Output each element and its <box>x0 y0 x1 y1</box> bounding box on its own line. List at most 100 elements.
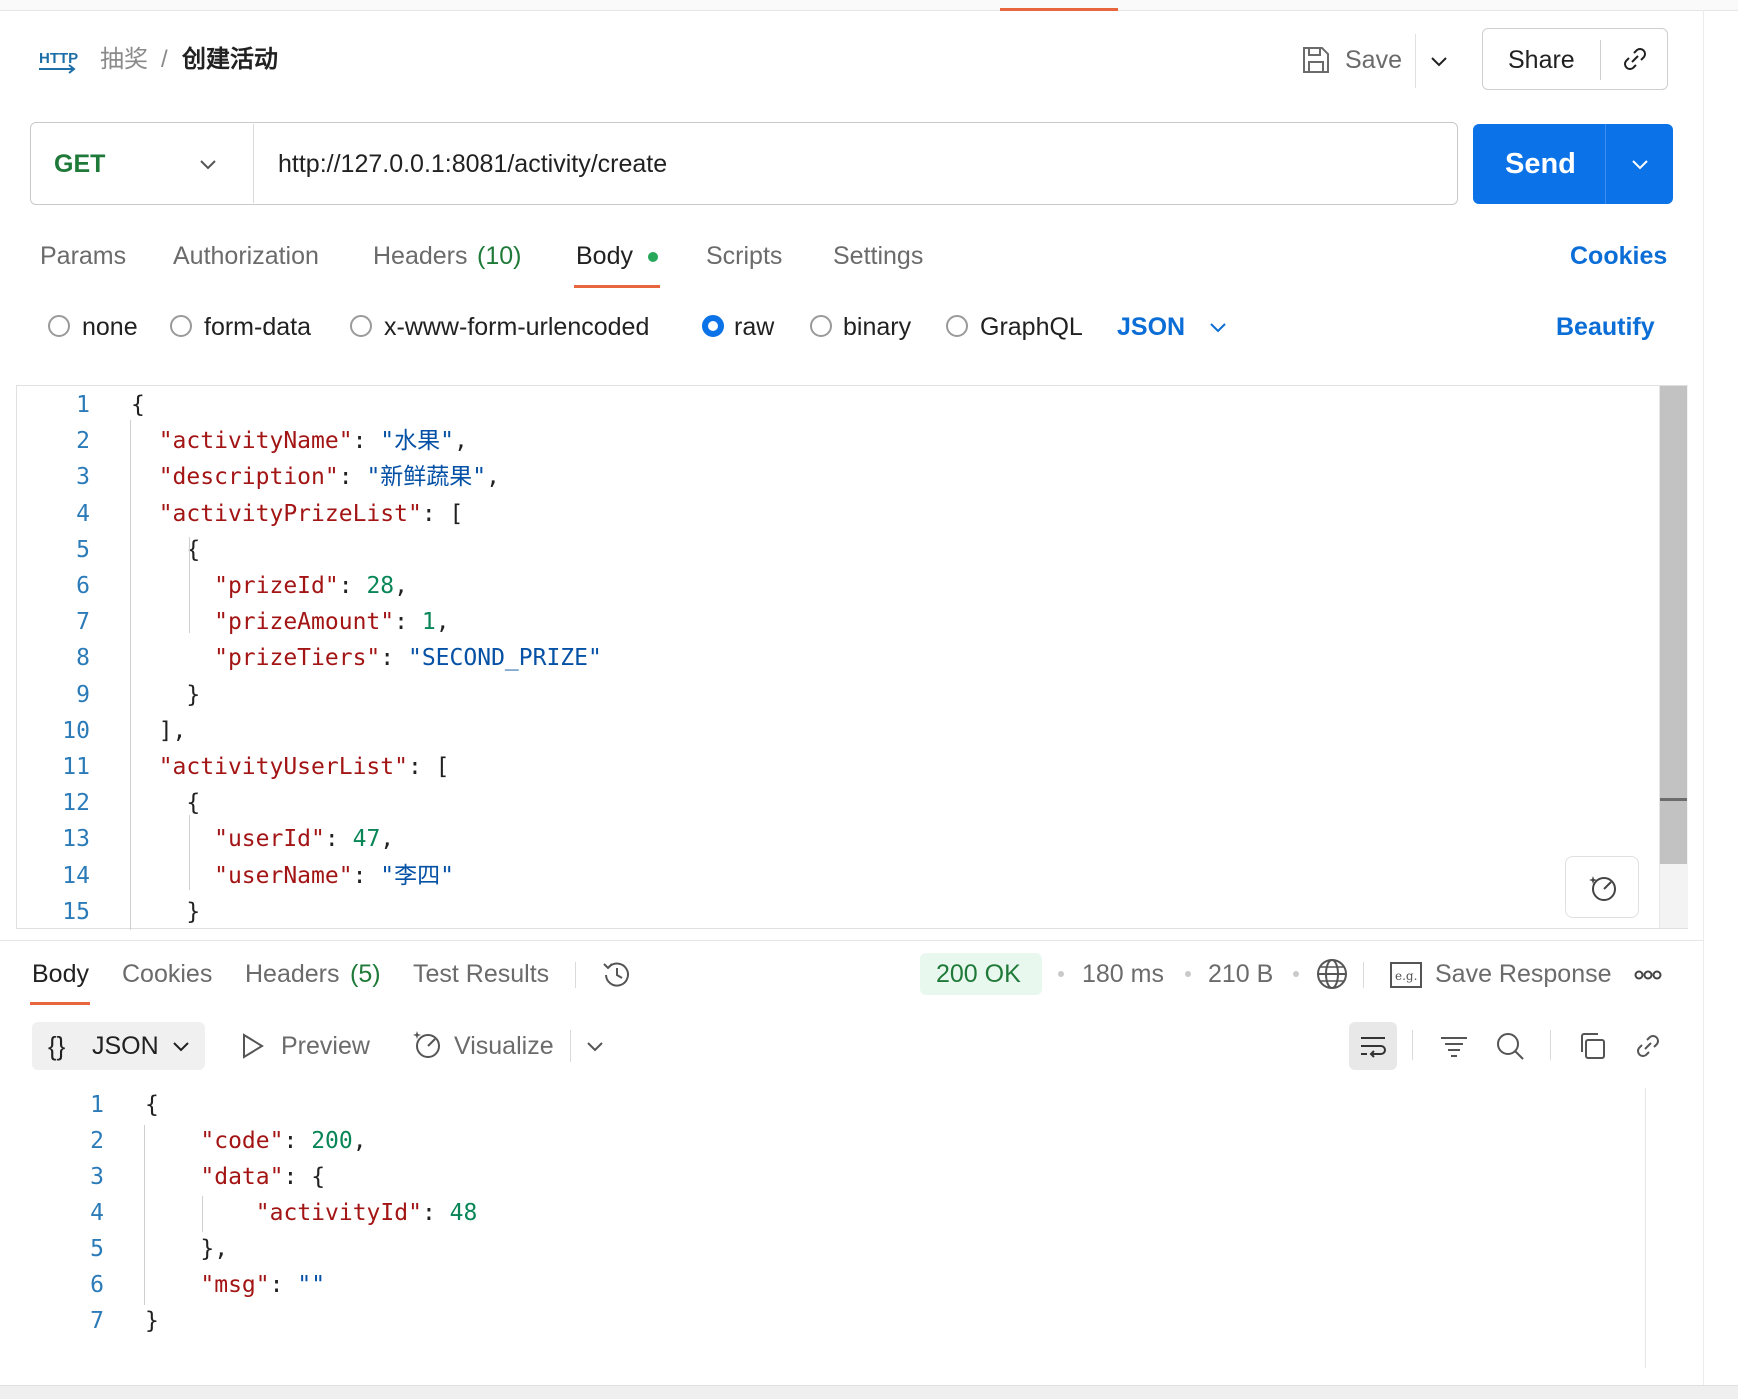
tab-params[interactable]: Params <box>40 240 126 272</box>
line-number: 6 <box>90 1272 104 1298</box>
save-response-button[interactable]: Save Response <box>1435 958 1612 990</box>
response-size[interactable]: 210 B <box>1208 958 1273 990</box>
play-icon[interactable] <box>240 1032 266 1060</box>
line-number: 2 <box>76 428 90 455</box>
radio-form-data-label[interactable]: form-data <box>204 311 311 343</box>
radio-form-data[interactable] <box>170 315 192 337</box>
tab-scripts[interactable]: Scripts <box>706 240 782 272</box>
code-line[interactable]: "data": { <box>145 1159 325 1195</box>
response-tab-test-results[interactable]: Test Results <box>413 958 549 990</box>
save-icon[interactable] <box>1300 44 1332 76</box>
code-line[interactable]: } <box>131 894 200 930</box>
response-tab-headers-count[interactable]: (5) <box>350 958 381 990</box>
link-icon[interactable] <box>1632 1030 1664 1062</box>
line-number: 9 <box>76 681 90 708</box>
response-format-label[interactable]: JSON <box>92 1030 159 1062</box>
body-modified-dot <box>648 252 658 262</box>
response-tab-body[interactable]: Body <box>32 958 89 990</box>
tab-headers[interactable]: Headers <box>373 240 468 272</box>
history-icon[interactable] <box>600 958 634 992</box>
chevron-down-icon[interactable] <box>170 1035 192 1057</box>
line-number: 2 <box>90 1128 104 1154</box>
wrap-lines-icon[interactable] <box>1357 1030 1389 1062</box>
code-line[interactable]: { <box>131 387 145 423</box>
code-line[interactable]: } <box>145 1303 159 1339</box>
search-icon[interactable] <box>1494 1030 1526 1062</box>
radio-graphql[interactable] <box>946 315 968 337</box>
visualize-button[interactable]: Visualize <box>454 1030 554 1062</box>
save-button[interactable]: Save <box>1345 44 1402 76</box>
cookies-link[interactable]: Cookies <box>1570 240 1667 272</box>
example-icon[interactable]: e.g. <box>1390 962 1422 988</box>
share-button-label[interactable]: Share <box>1508 44 1575 76</box>
code-line[interactable]: "activityPrizeList": [ <box>131 496 464 532</box>
code-line[interactable]: "userName": "李四" <box>131 858 454 894</box>
response-tab-cookies[interactable]: Cookies <box>122 958 212 990</box>
code-line[interactable]: "activityUserList": [ <box>131 749 450 785</box>
body-format-select[interactable]: JSON <box>1117 311 1185 343</box>
line-number: 5 <box>90 1236 104 1262</box>
radio-none[interactable] <box>48 315 70 337</box>
link-icon[interactable] <box>1620 44 1650 74</box>
more-options-icon[interactable] <box>1632 962 1664 988</box>
code-line[interactable]: "activityName": "水果", <box>131 423 468 459</box>
url-input[interactable]: http://127.0.0.1:8081/activity/create <box>278 148 667 180</box>
divider <box>575 962 576 988</box>
chevron-down-icon[interactable] <box>584 1035 606 1057</box>
radio-graphql-label[interactable]: GraphQL <box>980 311 1083 343</box>
filter-icon[interactable] <box>1438 1030 1470 1062</box>
radio-x-www-form-urlencoded[interactable] <box>350 315 372 337</box>
line-number: 1 <box>90 1092 104 1118</box>
globe-icon[interactable] <box>1315 957 1349 991</box>
code-line[interactable]: "prizeId": 28, <box>131 568 408 604</box>
code-line[interactable]: } <box>131 677 200 713</box>
code-line[interactable]: { <box>145 1087 159 1123</box>
line-number: 7 <box>76 609 90 636</box>
breadcrumb-collection[interactable]: 抽奖 <box>100 44 148 76</box>
copy-icon[interactable] <box>1576 1030 1608 1062</box>
radio-x-www-label[interactable]: x-www-form-urlencoded <box>384 311 649 343</box>
code-line[interactable]: "userId": 47, <box>131 821 394 857</box>
visualize-icon[interactable] <box>410 1028 444 1062</box>
chevron-down-icon[interactable] <box>197 153 219 175</box>
code-line[interactable]: "prizeAmount": 1, <box>131 604 449 640</box>
request-title[interactable]: 创建活动 <box>182 44 278 76</box>
sparkle-icon[interactable] <box>1587 872 1619 904</box>
radio-binary[interactable] <box>810 315 832 337</box>
response-tab-headers[interactable]: Headers <box>245 958 340 990</box>
scroll-position-marker <box>1660 798 1687 801</box>
code-line[interactable]: "prizeTiers": "SECOND_PRIZE" <box>131 640 602 676</box>
chevron-down-icon[interactable] <box>1628 152 1652 176</box>
chevron-down-icon[interactable] <box>1428 50 1450 72</box>
separator-dot <box>1293 971 1299 977</box>
tab-headers-count[interactable]: (10) <box>477 240 521 272</box>
line-number: 7 <box>90 1308 104 1334</box>
divider <box>253 124 254 203</box>
send-button-label[interactable]: Send <box>1505 146 1576 182</box>
preview-button[interactable]: Preview <box>281 1030 370 1062</box>
active-tab-underline <box>30 1002 90 1005</box>
code-line[interactable]: "activityId": 48 <box>145 1195 478 1231</box>
response-time[interactable]: 180 ms <box>1082 958 1164 990</box>
radio-raw[interactable] <box>702 315 724 337</box>
indent-guide <box>189 537 190 633</box>
radio-binary-label[interactable]: binary <box>843 311 911 343</box>
editor-scrollbar-thumb[interactable] <box>1660 386 1687 864</box>
code-line[interactable]: ], <box>131 713 187 749</box>
divider <box>1363 962 1364 988</box>
tab-authorization[interactable]: Authorization <box>173 240 319 272</box>
tab-body[interactable]: Body <box>576 240 633 272</box>
radio-raw-label[interactable]: raw <box>734 311 774 343</box>
chevron-down-icon[interactable] <box>1207 316 1229 338</box>
radio-none-label[interactable]: none <box>82 311 138 343</box>
line-number: 13 <box>62 826 90 853</box>
tab-settings[interactable]: Settings <box>833 240 923 272</box>
code-line[interactable]: "code": 200, <box>145 1123 366 1159</box>
code-line[interactable]: "description": "新鲜蔬果", <box>131 459 500 495</box>
method-select[interactable]: GET <box>54 148 105 180</box>
beautify-link[interactable]: Beautify <box>1556 311 1655 343</box>
code-line[interactable]: "msg": "" <box>145 1267 325 1303</box>
code-line[interactable]: }, <box>145 1231 228 1267</box>
status-code[interactable]: 200 OK <box>936 958 1021 990</box>
svg-text:HTTP: HTTP <box>39 50 78 67</box>
